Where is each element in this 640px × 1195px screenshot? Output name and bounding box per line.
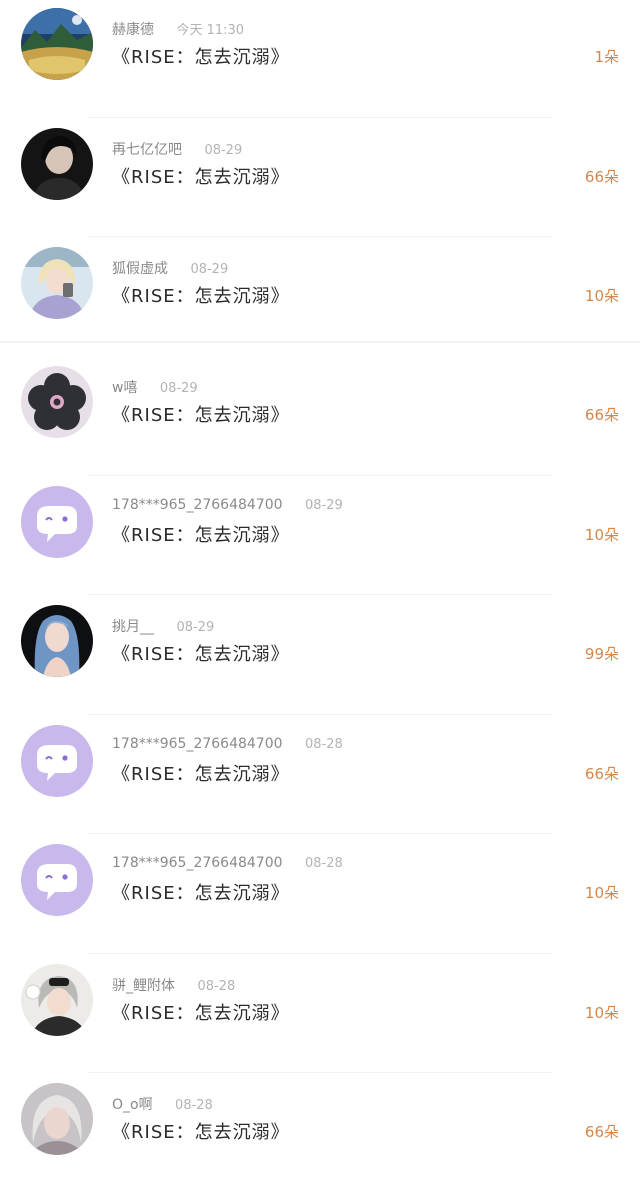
person-silver-hair-photo-icon [21, 963, 93, 1036]
list-item[interactable]: 178***965_2766484700 08-28 《RISE：怎去沉溺》 6… [0, 717, 640, 837]
divider [88, 236, 552, 237]
flower-count: 10朵 [584, 884, 619, 902]
user-name[interactable]: 骈_鲤附体 [112, 978, 175, 994]
avatar[interactable] [21, 485, 93, 558]
avatar[interactable] [21, 1083, 93, 1155]
gift-list: 赫康德 今天 11:30 《RISE：怎去沉溺》 1朵 再七亿亿吧 08-29 … [0, 0, 640, 1188]
flower-count: 10朵 [584, 1003, 619, 1022]
default-chat-avatar-icon [21, 485, 93, 558]
flower-count: 10朵 [584, 525, 619, 544]
user-name[interactable]: 178***965_2766484700 [112, 736, 283, 752]
timestamp: 08-29 [190, 262, 229, 277]
avatar[interactable] [21, 724, 93, 797]
flower-icon [21, 366, 93, 438]
section-divider [0, 341, 640, 343]
message-text: 《RISE：怎去沉溺》 [112, 286, 290, 307]
message-text: 《RISE：怎去沉溺》 [112, 763, 290, 785]
list-item[interactable]: 挑月__ 08-29 《RISE：怎去沉溺》 99朵 [0, 597, 640, 717]
person-blur-photo-icon [21, 1083, 93, 1155]
flower-count: 66朵 [584, 406, 619, 424]
flower-count: 66朵 [584, 764, 619, 783]
message-text: 《RISE：怎去沉溺》 [112, 1122, 290, 1143]
name-line: 挑月__ 08-29 [112, 616, 214, 636]
name-line: 赫康德 今天 11:30 [112, 19, 244, 39]
person-blue-hair-photo-icon [21, 605, 93, 677]
avatar[interactable] [21, 247, 93, 319]
message-text: 《RISE：怎去沉溺》 [112, 644, 290, 665]
divider [88, 116, 552, 118]
list-item[interactable]: 178***965_2766484700 08-28 《RISE：怎去沉溺》 1… [0, 836, 640, 956]
timestamp: 08-28 [304, 736, 343, 752]
avatar[interactable] [21, 127, 93, 200]
user-name[interactable]: w嘻 [112, 380, 137, 396]
message-text: 《RISE：怎去沉溺》 [112, 524, 290, 546]
user-name[interactable]: O_o啊 [112, 1097, 153, 1113]
avatar[interactable] [21, 963, 93, 1036]
user-name[interactable]: 挑月__ [112, 619, 154, 635]
flower-count: 10朵 [584, 287, 619, 305]
list-item[interactable]: w嘻 08-29 《RISE：怎去沉溺》 66朵 [0, 358, 640, 478]
timestamp: 08-28 [304, 856, 343, 871]
user-name[interactable]: 再七亿亿吧 [112, 142, 182, 158]
name-line: 178***965_2766484700 08-29 [112, 497, 343, 513]
name-line: 178***965_2766484700 08-28 [112, 736, 343, 752]
name-line: 178***965_2766484700 08-28 [112, 855, 343, 871]
timestamp: 08-29 [176, 620, 215, 635]
avatar[interactable] [21, 8, 93, 80]
person-dark-photo-icon [21, 127, 93, 200]
list-item[interactable]: O_o啊 08-28 《RISE：怎去沉溺》 66朵 [0, 1075, 640, 1195]
list-item[interactable]: 骈_鲤附体 08-28 《RISE：怎去沉溺》 10朵 [0, 956, 640, 1076]
name-line: 狐假虚成 08-29 [112, 258, 228, 278]
timestamp: 08-29 [159, 381, 198, 396]
timestamp: 08-28 [197, 978, 236, 994]
name-line: 骈_鲤附体 08-28 [112, 975, 235, 995]
flower-count: 99朵 [584, 645, 619, 663]
message-text: 《RISE：怎去沉溺》 [112, 883, 290, 904]
default-chat-avatar-icon [21, 724, 93, 797]
divider [88, 474, 552, 476]
name-line: w嘻 08-29 [112, 377, 198, 397]
user-name[interactable]: 狐假虚成 [112, 261, 168, 277]
message-text: 《RISE：怎去沉溺》 [112, 47, 290, 68]
user-name[interactable]: 赫康德 [112, 22, 154, 38]
timestamp: 08-29 [304, 497, 343, 513]
avatar[interactable] [21, 844, 93, 916]
default-chat-avatar-icon [21, 844, 93, 916]
landscape-photo-icon [21, 8, 93, 80]
message-text: 《RISE：怎去沉溺》 [112, 1002, 290, 1024]
timestamp: 08-28 [175, 1098, 213, 1113]
message-text: 《RISE：怎去沉溺》 [112, 166, 290, 188]
avatar[interactable] [21, 366, 93, 438]
divider [88, 1072, 552, 1073]
name-line: 再七亿亿吧 08-29 [112, 139, 242, 159]
flower-count: 1朵 [594, 48, 619, 66]
flower-count: 66朵 [584, 1123, 619, 1141]
list-item[interactable]: 再七亿亿吧 08-29 《RISE：怎去沉溺》 66朵 [0, 120, 640, 240]
divider [88, 594, 552, 595]
divider [88, 713, 552, 715]
divider [88, 833, 552, 834]
user-name[interactable]: 178***965_2766484700 [112, 497, 283, 513]
person-blonde-photo-icon [21, 247, 93, 319]
flower-count: 66朵 [584, 167, 619, 186]
list-item[interactable]: 178***965_2766484700 08-29 《RISE：怎去沉溺》 1… [0, 478, 640, 598]
user-name[interactable]: 178***965_2766484700 [112, 855, 283, 871]
list-item[interactable]: 赫康德 今天 11:30 《RISE：怎去沉溺》 1朵 [0, 0, 640, 120]
avatar[interactable] [21, 605, 93, 677]
timestamp: 今天 11:30 [176, 23, 245, 38]
message-text: 《RISE：怎去沉溺》 [112, 405, 290, 426]
name-line: O_o啊 08-28 [112, 1094, 213, 1114]
divider [88, 952, 552, 954]
timestamp: 08-29 [204, 142, 243, 158]
